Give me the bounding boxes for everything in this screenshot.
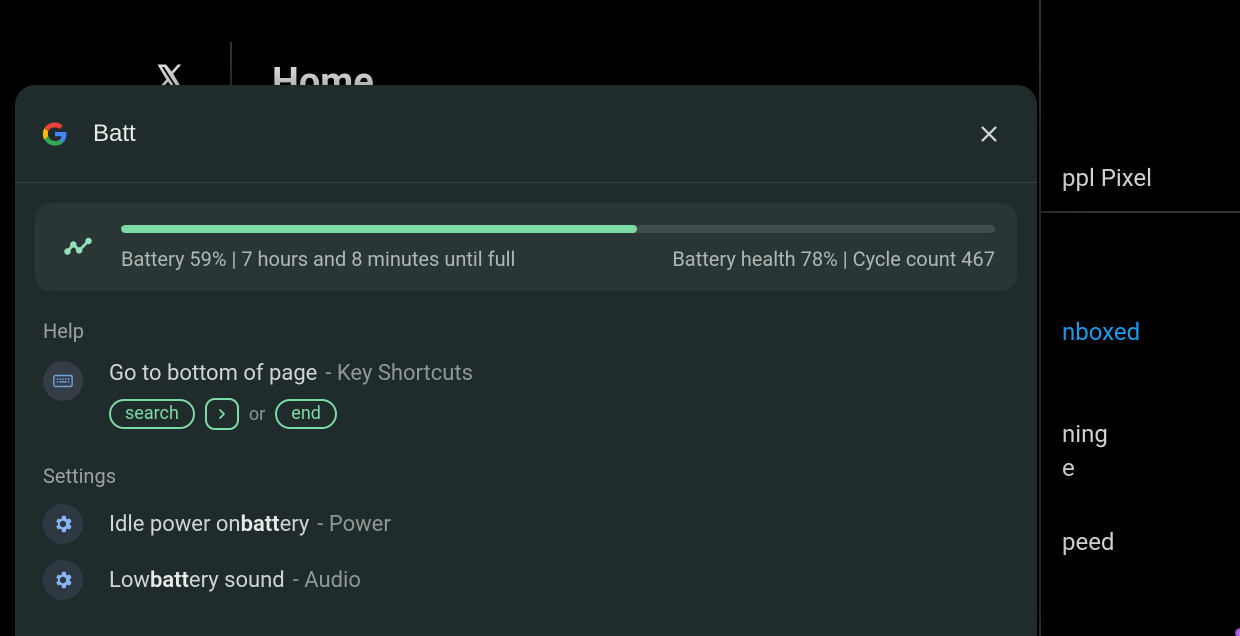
battery-right-text: Battery health 78% | Cycle count 467	[672, 247, 995, 271]
shortcut-key-end: end	[275, 399, 337, 429]
section-help-label: Help	[43, 319, 1037, 343]
bg-text: ning	[1062, 420, 1108, 448]
shortcut-key-search: search	[109, 399, 195, 429]
battery-progress-fill	[121, 225, 637, 233]
result-post: ery	[280, 512, 310, 537]
divider	[1039, 211, 1240, 213]
result-pre: Idle power on	[109, 512, 241, 537]
search-launcher-overlay: Battery 59% | 7 hours and 8 minutes unti…	[15, 85, 1037, 636]
close-icon	[978, 123, 1000, 145]
result-post: ery sound	[189, 568, 285, 593]
section-settings-label: Settings	[43, 464, 1037, 488]
keyboard-icon	[43, 361, 83, 401]
bg-text: peed	[1062, 528, 1114, 556]
result-category: - Key Shortcuts	[325, 361, 473, 386]
search-input[interactable]	[93, 120, 969, 148]
settings-result-low-battery-sound[interactable]: Low battery sound - Audio	[15, 552, 1037, 608]
settings-result-idle-power[interactable]: Idle power on battery - Power	[15, 496, 1037, 552]
or-text: or	[249, 404, 265, 425]
notification-dot-icon	[1235, 628, 1240, 636]
overlay-header	[15, 85, 1037, 183]
shortcut-chips: search or end	[109, 398, 473, 430]
gear-icon	[43, 504, 83, 544]
activity-icon	[57, 234, 99, 262]
battery-card-body: Battery 59% | 7 hours and 8 minutes unti…	[121, 225, 995, 271]
result-title: Go to bottom of page	[109, 361, 317, 386]
divider	[1039, 0, 1041, 636]
gear-icon	[43, 560, 83, 600]
bg-text: e	[1062, 454, 1075, 482]
close-button[interactable]	[969, 114, 1009, 154]
help-result-shortcuts[interactable]: Go to bottom of page - Key Shortcuts sea…	[15, 351, 1037, 436]
battery-status-card[interactable]: Battery 59% | 7 hours and 8 minutes unti…	[35, 203, 1017, 291]
bg-text: ppl Pixel	[1062, 164, 1152, 192]
battery-progress-bar	[121, 225, 995, 233]
result-category: - Power	[317, 512, 390, 537]
bg-link[interactable]: nboxed	[1062, 318, 1140, 346]
chevron-right-icon	[205, 398, 239, 430]
result-category: - Audio	[293, 568, 361, 593]
battery-left-text: Battery 59% | 7 hours and 8 minutes unti…	[121, 247, 515, 271]
result-pre: Low	[109, 568, 150, 593]
result-match: batt	[150, 568, 189, 593]
google-logo-icon	[41, 120, 69, 148]
result-match: batt	[241, 512, 280, 537]
